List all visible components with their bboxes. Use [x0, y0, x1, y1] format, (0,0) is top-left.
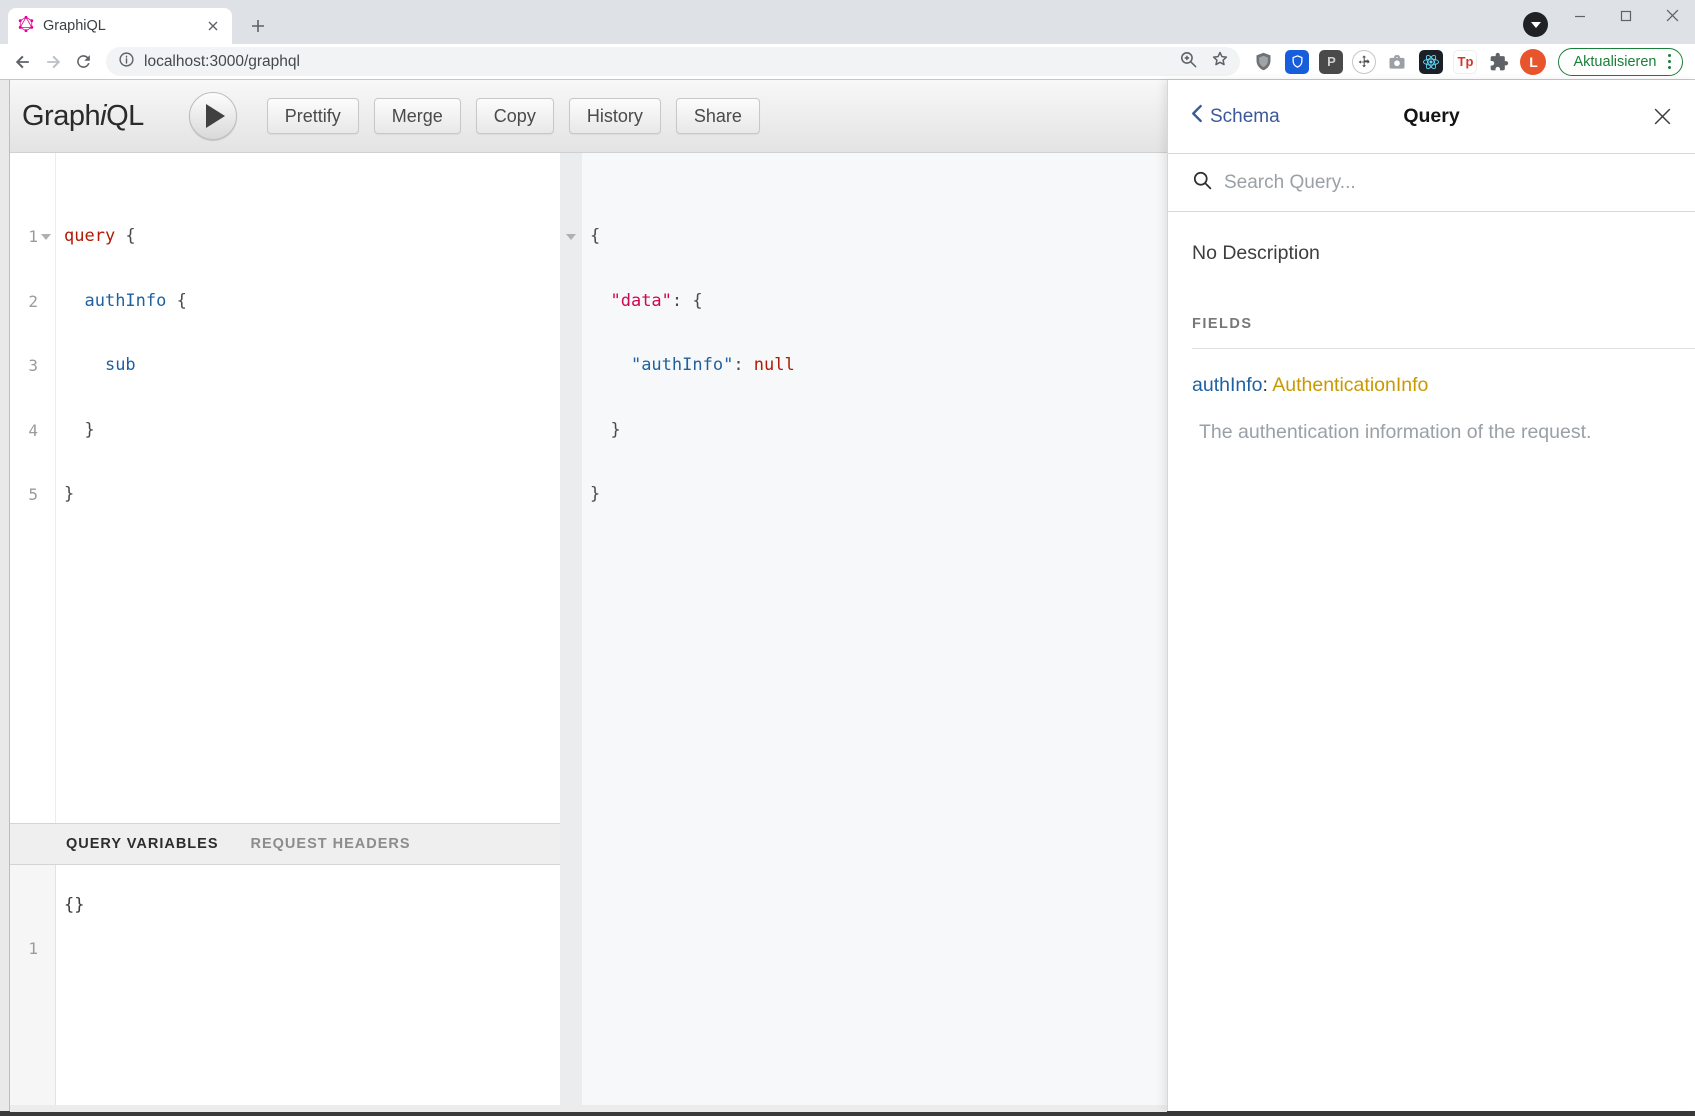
docs-search-row	[1168, 154, 1695, 212]
docs-header: Query Schema	[1168, 80, 1695, 154]
docs-panel: Query Schema No Description FIELDS authI	[1167, 80, 1695, 1111]
fields-divider	[1192, 348, 1695, 349]
graphiql-page: GraphiQL Prettify Merge Copy History Sha…	[0, 79, 1695, 1111]
result-pane: { "data": { "authInfo": null } }	[560, 153, 1167, 1105]
url-input[interactable]: localhost:3000/graphql	[106, 47, 1240, 76]
docs-search-input[interactable]	[1224, 172, 1624, 194]
chevron-left-icon	[1190, 104, 1203, 129]
query-editor[interactable]: 1 2 3 4 5 query { authInfo { sub } }	[10, 153, 560, 823]
type-description: No Description	[1192, 242, 1671, 265]
docs-content: No Description FIELDS authInfo: Authenti…	[1168, 212, 1695, 444]
result-json: { "data": { "authInfo": null } }	[582, 153, 795, 1105]
extensions-row: P Tp	[1246, 48, 1687, 76]
secondary-editor-tabs: QUERY VARIABLES REQUEST HEADERS	[10, 823, 560, 865]
field-name-link[interactable]: authInfo	[1192, 374, 1262, 396]
horizontal-scrollbar-track[interactable]	[10, 1105, 1167, 1112]
p-extension-icon[interactable]: P	[1318, 49, 1344, 75]
maximize-icon[interactable]	[1603, 0, 1649, 31]
tab-request-headers[interactable]: REQUEST HEADERS	[251, 836, 411, 852]
toolbar-buttons: Prettify Merge Copy History Share	[267, 98, 760, 134]
back-icon[interactable]	[8, 47, 38, 77]
url-text[interactable]: localhost:3000/graphql	[144, 53, 1179, 71]
variables-editor-gutter: 1	[10, 865, 56, 1105]
share-button[interactable]: Share	[676, 98, 760, 134]
query-editor-gutter: 1 2 3 4 5	[10, 153, 56, 823]
camera-icon[interactable]	[1384, 49, 1410, 75]
react-devtools-icon[interactable]	[1418, 49, 1444, 75]
field-type-link[interactable]: AuthenticationInfo	[1272, 374, 1428, 396]
new-tab-icon[interactable]	[244, 12, 272, 40]
tab-close-icon[interactable]	[204, 17, 222, 35]
prettify-button[interactable]: Prettify	[267, 98, 359, 134]
fold-arrow-icon[interactable]	[41, 234, 51, 240]
graphiql-toolbar: GraphiQL Prettify Merge Copy History Sha…	[10, 80, 1167, 153]
graphiql-logo: GraphiQL	[22, 100, 144, 133]
docs-back-label: Schema	[1210, 106, 1280, 128]
search-icon	[1192, 170, 1213, 196]
move-tool-icon[interactable]	[1352, 50, 1376, 74]
close-window-icon[interactable]	[1649, 0, 1695, 31]
window-controls	[1557, 0, 1695, 31]
browser-titlebar: GraphiQL	[0, 0, 1695, 44]
tab-query-variables[interactable]: QUERY VARIABLES	[66, 836, 219, 852]
tampermonkey-icon[interactable]: Tp	[1452, 49, 1478, 75]
copy-button[interactable]: Copy	[476, 98, 554, 134]
profile-avatar[interactable]: L	[1520, 49, 1546, 75]
variables-code[interactable]: {}	[56, 865, 84, 1105]
docs-back-link[interactable]: Schema	[1190, 104, 1280, 129]
address-bar: localhost:3000/graphql P	[0, 44, 1695, 79]
browser-update-button[interactable]: Aktualisieren	[1558, 48, 1683, 76]
page-info-icon[interactable]	[118, 51, 135, 73]
graphiql-main: GraphiQL Prettify Merge Copy History Sha…	[10, 80, 1167, 1111]
menu-kebab-icon[interactable]	[1666, 52, 1674, 72]
history-button[interactable]: History	[569, 98, 661, 134]
result-fold-arrow-icon[interactable]	[566, 234, 576, 240]
query-editor-column: 1 2 3 4 5 query { authInfo { sub } }	[10, 153, 560, 1105]
browser-tab[interactable]: GraphiQL	[8, 8, 232, 44]
execute-button[interactable]	[189, 92, 237, 140]
graphql-favicon	[18, 16, 34, 37]
ublock-icon[interactable]	[1250, 49, 1276, 75]
field-description: The authentication information of the re…	[1199, 421, 1671, 444]
play-icon	[206, 104, 225, 128]
editor-panes: 1 2 3 4 5 query { authInfo { sub } }	[10, 153, 1167, 1105]
docs-close-icon[interactable]	[1652, 106, 1673, 127]
window-left-edge	[0, 80, 10, 1111]
fields-section-label: FIELDS	[1192, 316, 1671, 332]
forward-icon[interactable]	[38, 47, 68, 77]
field-row: authInfo: AuthenticationInfo	[1192, 374, 1671, 397]
reload-icon[interactable]	[68, 47, 98, 77]
query-code[interactable]: query { authInfo { sub } }	[56, 153, 187, 823]
zoom-icon[interactable]	[1179, 50, 1198, 74]
update-label: Aktualisieren	[1573, 54, 1656, 70]
variables-editor[interactable]: 1 {}	[10, 865, 560, 1105]
bookmark-star-icon[interactable]	[1210, 49, 1230, 74]
merge-button[interactable]: Merge	[374, 98, 461, 134]
result-gutter	[560, 153, 582, 1105]
bitwarden-icon[interactable]	[1284, 49, 1310, 75]
tab-search-icon[interactable]	[1523, 12, 1548, 37]
minimize-icon[interactable]	[1557, 0, 1603, 31]
tab-title: GraphiQL	[43, 18, 204, 34]
extensions-puzzle-icon[interactable]	[1486, 49, 1512, 75]
